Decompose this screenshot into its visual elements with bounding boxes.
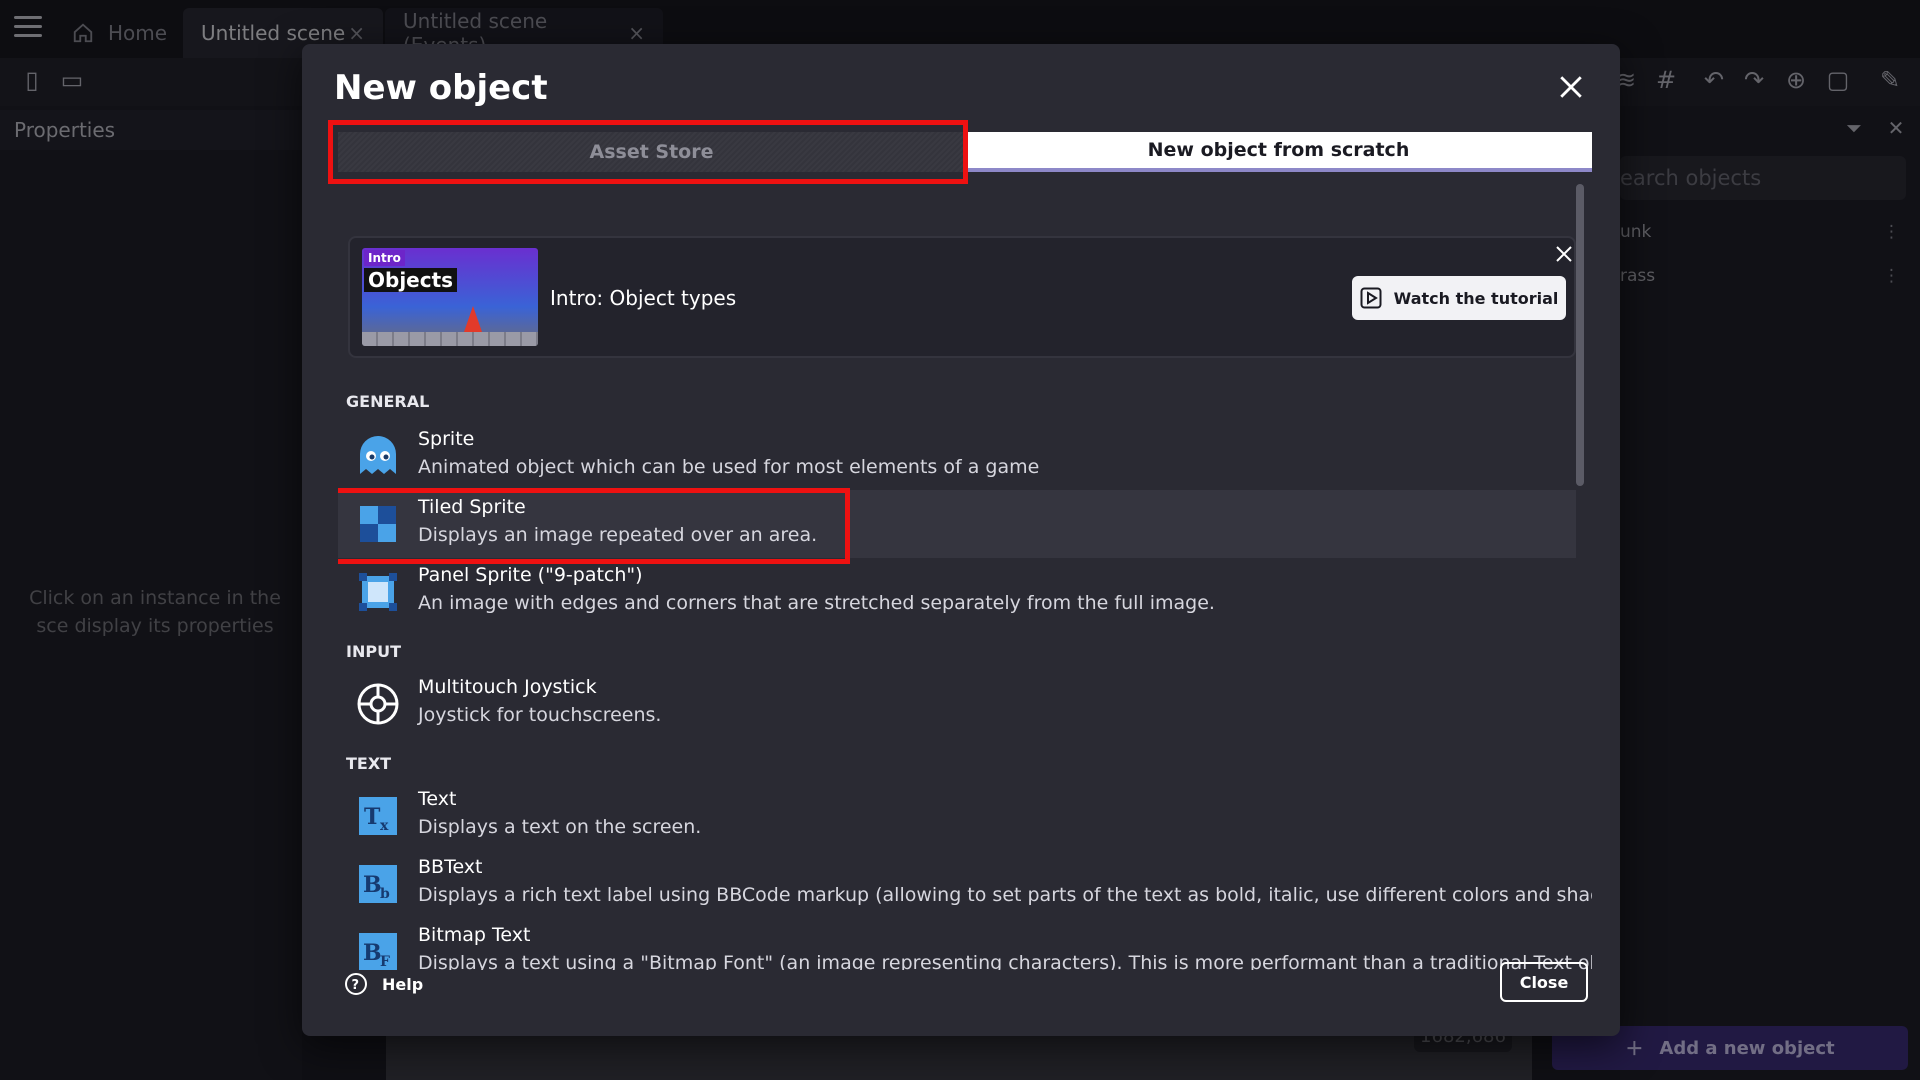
list-item-text[interactable]: Tx Text Displays a text on the screen. bbox=[338, 782, 1576, 850]
tutorial-card: Intro Objects Intro: Object types Watch … bbox=[348, 236, 1576, 358]
bricks-graphic bbox=[362, 332, 538, 346]
help-label: Help bbox=[382, 974, 424, 994]
item-name: Text bbox=[418, 788, 457, 810]
bbtext-icon: Bb bbox=[359, 865, 397, 903]
tutorial-title: Intro: Object types bbox=[550, 286, 737, 310]
list-item-sprite[interactable]: Sprite Animated object which can be used… bbox=[338, 422, 1576, 490]
tab-new-object-from-scratch[interactable]: New object from scratch bbox=[965, 132, 1592, 172]
section-input: INPUT bbox=[346, 642, 401, 661]
svg-text:?: ? bbox=[352, 978, 360, 993]
object-list: Intro Objects Intro: Object types Watch … bbox=[338, 184, 1592, 970]
svg-text:F: F bbox=[380, 954, 390, 970]
tutorial-thumbnail[interactable]: Intro Objects bbox=[362, 248, 538, 346]
list-item-tiled-sprite[interactable]: Tiled Sprite Displays an image repeated … bbox=[338, 490, 1576, 558]
item-name: Sprite bbox=[418, 428, 475, 450]
dialog-title: New object bbox=[334, 68, 548, 108]
list-item-bbtext[interactable]: Bb BBText Displays a rich text label usi… bbox=[338, 850, 1592, 918]
item-name: Bitmap Text bbox=[418, 924, 531, 946]
item-name: Multitouch Joystick bbox=[418, 676, 597, 698]
list-item-multitouch-joystick[interactable]: Multitouch Joystick Joystick for touchsc… bbox=[338, 670, 1576, 738]
flame-icon bbox=[464, 306, 482, 332]
thumbnail-badge: Intro bbox=[364, 250, 405, 266]
item-description: Displays a text on the screen. bbox=[418, 816, 702, 838]
thumbnail-title: Objects bbox=[364, 268, 458, 292]
section-general: GENERAL bbox=[346, 392, 430, 411]
section-text: TEXT bbox=[346, 754, 392, 773]
scrollbar[interactable] bbox=[1576, 184, 1584, 486]
svg-text:b: b bbox=[380, 886, 390, 902]
close-icon[interactable] bbox=[1558, 74, 1584, 100]
item-description: Displays a text using a "Bitmap Font" (a… bbox=[418, 952, 1592, 970]
item-name: Tiled Sprite bbox=[418, 496, 526, 518]
item-description: Displays an image repeated over an area. bbox=[418, 524, 818, 546]
item-description: An image with edges and corners that are… bbox=[418, 592, 1215, 614]
panel-sprite-icon bbox=[359, 573, 397, 611]
item-name: BBText bbox=[418, 856, 483, 878]
close-icon[interactable] bbox=[1554, 244, 1574, 264]
dialog-tabs: Asset Store New object from scratch bbox=[338, 132, 1592, 172]
svg-text:B: B bbox=[363, 872, 382, 898]
svg-text:x: x bbox=[380, 818, 389, 834]
svg-text:T: T bbox=[364, 804, 381, 830]
ghost-icon bbox=[360, 436, 396, 474]
watch-tutorial-button[interactable]: Watch the tutorial bbox=[1352, 276, 1566, 320]
item-name: Panel Sprite ("9-patch") bbox=[418, 564, 643, 586]
play-icon bbox=[1360, 287, 1382, 309]
item-description: Displays a rich text label using BBCode … bbox=[418, 884, 1592, 906]
svg-text:B: B bbox=[363, 940, 382, 966]
tab-asset-store[interactable]: Asset Store bbox=[338, 132, 965, 172]
tiled-sprite-icon bbox=[360, 506, 396, 542]
help-icon: ? bbox=[345, 973, 367, 995]
item-description: Animated object which can be used for mo… bbox=[418, 456, 1040, 478]
joystick-icon bbox=[357, 683, 399, 725]
watch-tutorial-label: Watch the tutorial bbox=[1393, 288, 1559, 308]
new-object-dialog: New object Asset Store New object from s… bbox=[302, 44, 1620, 1036]
item-description: Joystick for touchscreens. bbox=[418, 704, 662, 726]
close-button[interactable]: Close bbox=[1500, 962, 1588, 1002]
list-item-panel-sprite[interactable]: Panel Sprite ("9-patch") An image with e… bbox=[338, 558, 1576, 626]
bitmap-text-icon: BF bbox=[359, 933, 397, 970]
help-link[interactable]: ? Help bbox=[344, 972, 423, 996]
list-item-bitmap-text[interactable]: BF Bitmap Text Displays a text using a "… bbox=[338, 918, 1592, 970]
text-icon: Tx bbox=[359, 797, 397, 835]
